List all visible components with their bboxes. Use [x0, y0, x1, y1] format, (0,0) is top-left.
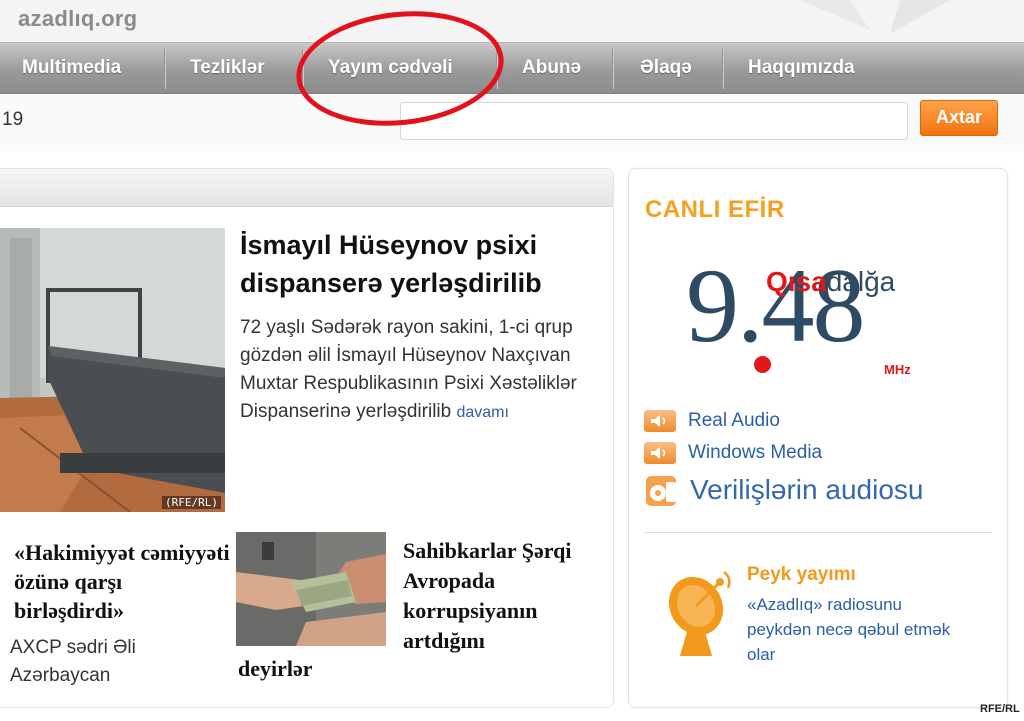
frequency-unit: MHz: [884, 362, 911, 377]
nav-separator: [302, 49, 304, 89]
program-audio-label: Verilişlərin audiosu: [690, 474, 924, 505]
lead-story-text: 72 yaşlı Sədərək rayon sakini, 1-ci qrup…: [240, 317, 577, 422]
frequency-logo: 9.48 Qısadalğa MHz: [686, 247, 946, 392]
real-audio-label: Real Audio: [688, 410, 780, 431]
news-tab-bar: [0, 169, 613, 207]
top-bar: azadlıq.org: [0, 0, 1024, 42]
band-part-1: Qısa: [766, 266, 827, 297]
satellite-description[interactable]: «Azadlıq» radiosunu peykdən necə qəbul e…: [747, 592, 957, 667]
story-title[interactable]: Sahibkarlar Şərqi Avropada korrupsiyanın…: [403, 536, 603, 656]
audio-archive-icon: [646, 476, 676, 506]
speaker-icon: [644, 442, 676, 464]
nav-contact[interactable]: Əlaqə: [640, 43, 692, 95]
windows-media-label: Windows Media: [688, 442, 823, 463]
nav-multimedia[interactable]: Multimedia: [22, 43, 121, 95]
live-broadcast-title: CANLI EFİR: [645, 196, 785, 223]
search-input[interactable]: [400, 102, 908, 140]
nav-separator: [722, 49, 724, 89]
nav-separator: [612, 49, 614, 89]
watermark: RFE/RL: [980, 703, 1020, 715]
speaker-icon: [644, 410, 676, 432]
story-title-continuation[interactable]: deyirlər: [238, 656, 313, 682]
sidebar-divider: [644, 532, 992, 533]
read-more-link[interactable]: davamı: [456, 404, 508, 421]
nav-about[interactable]: Haqqımızda: [748, 43, 855, 95]
money-handover-image: [236, 532, 386, 646]
nav-separator: [496, 49, 498, 89]
frequency-dot: [754, 356, 771, 373]
story-title[interactable]: «Hakimiyyət cəmiyyəti özünə qarşı birləş…: [14, 538, 234, 625]
nav-subscribe[interactable]: Abunə: [522, 43, 581, 95]
search-bar: 19 Axtar: [0, 95, 1024, 151]
lead-story-title[interactable]: İsmayıl Hüseynov psixi dispanserə yerləş…: [240, 226, 600, 302]
main-nav: Multimedia Tezliklər Yayım cədvəli Abunə…: [0, 42, 1024, 94]
hospital-bed-image: [0, 228, 225, 512]
nav-separator: [164, 49, 166, 89]
frequency-number: 9.48: [686, 247, 865, 364]
story-summary: AXCP sədri Əli Azərbaycan: [10, 637, 136, 686]
search-button[interactable]: Axtar: [920, 100, 998, 136]
site-logo[interactable]: azadlıq.org: [18, 6, 137, 32]
date-text: 19: [2, 109, 24, 130]
header-decoration: [800, 0, 950, 34]
satellite-title[interactable]: Peyk yayımı: [747, 564, 856, 586]
nav-schedule[interactable]: Yayım cədvəli: [328, 43, 453, 95]
nav-frequencies[interactable]: Tezliklər: [190, 43, 265, 95]
satellite-dish-icon[interactable]: [666, 566, 736, 658]
lead-story-summary: 72 yaşlı Sədərək rayon sakini, 1-ci qrup…: [240, 314, 600, 427]
frequency-band: Qısadalğa: [766, 266, 895, 298]
story-photo[interactable]: [236, 532, 386, 646]
lead-story-photo[interactable]: (RFE/RL): [0, 228, 225, 512]
photo-credit: (RFE/RL): [162, 496, 221, 509]
band-part-2: dalğa: [826, 266, 896, 297]
